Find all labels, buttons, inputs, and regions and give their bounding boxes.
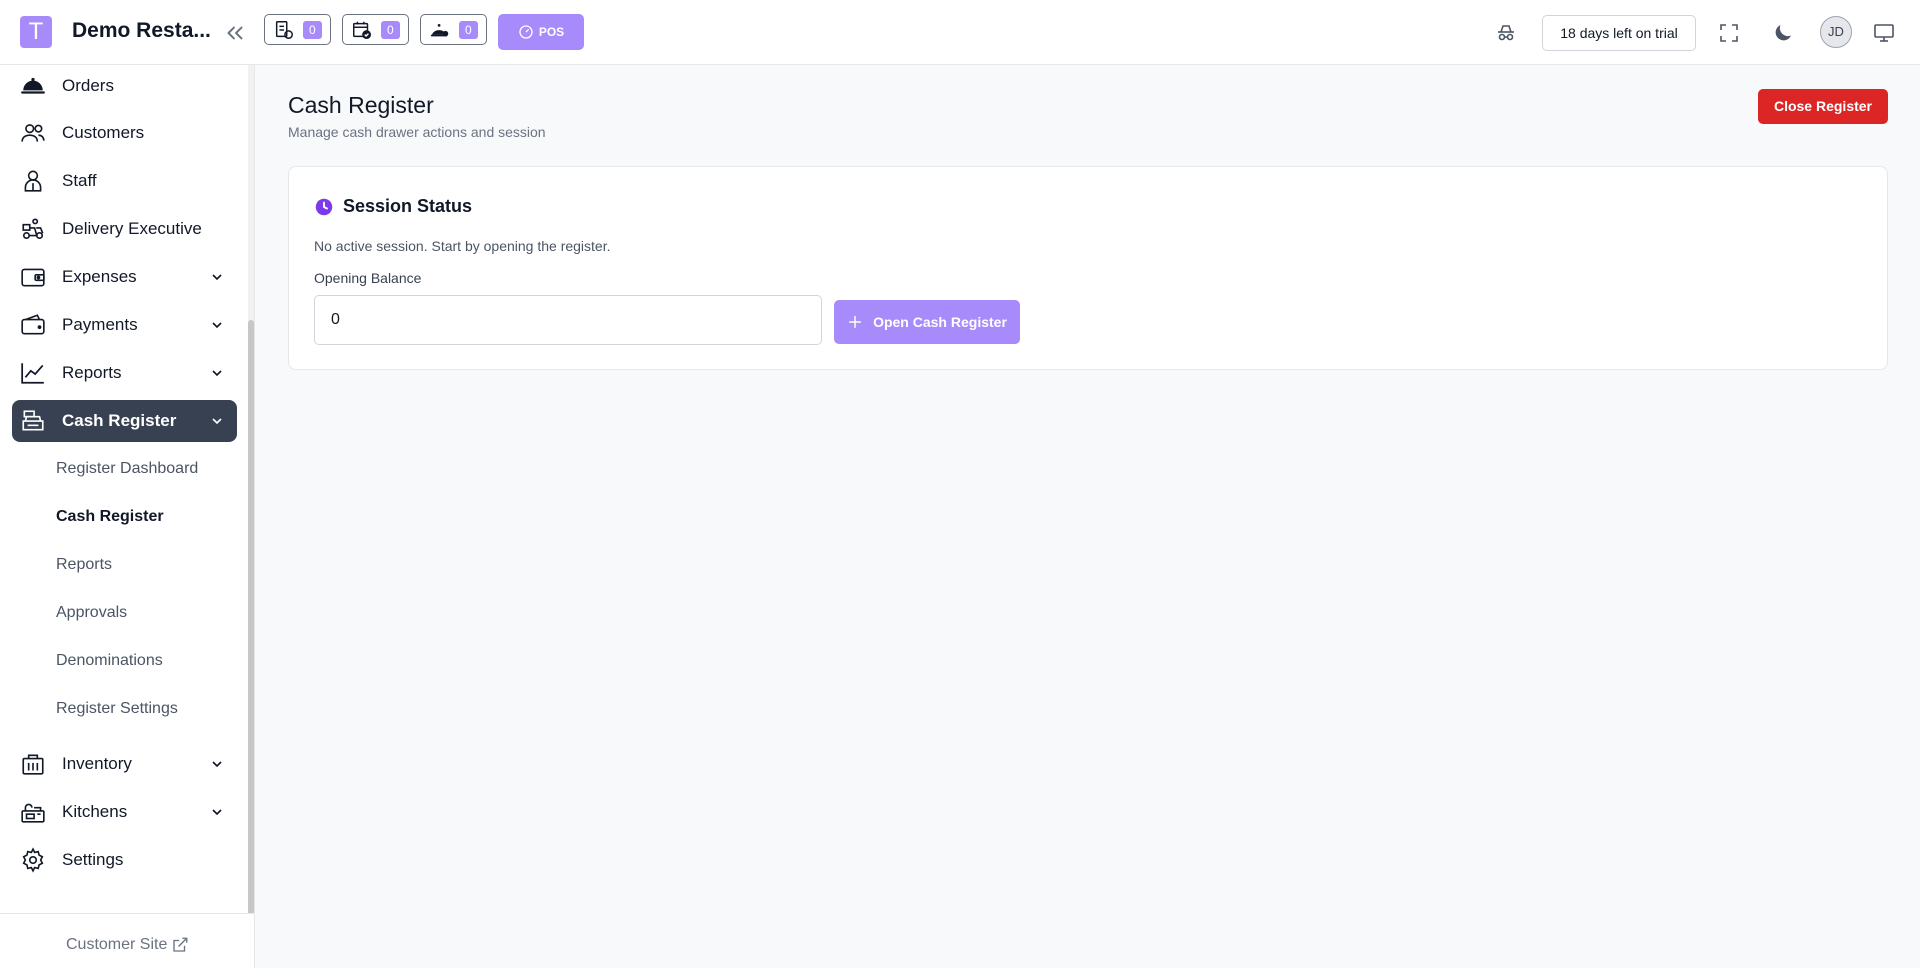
chevron-down-icon (212, 809, 222, 816)
sidebar-item-cash-register[interactable]: Cash Register (12, 400, 237, 442)
collapse-sidebar-icon[interactable] (222, 20, 248, 46)
sidebar-item-label: Cash Register (62, 411, 177, 430)
sidebar: Orders Customers Staff Delivery Executiv… (0, 65, 255, 968)
sidebar-item-inventory[interactable]: Inventory (12, 743, 237, 785)
monitor-icon[interactable] (1872, 21, 1896, 45)
app-logo[interactable]: T (20, 16, 52, 48)
cloche-icon (21, 77, 45, 94)
sidebar-item-label: Inventory (62, 754, 132, 773)
cash-register-icon (22, 410, 44, 431)
sidebar-item-label: Customers (62, 123, 145, 142)
opening-balance-label: Opening Balance (314, 270, 422, 286)
orders-count: 0 (303, 20, 322, 39)
users-icon (21, 124, 45, 142)
sidebar-item-kitchens[interactable]: Kitchens (12, 791, 237, 833)
sidebar-item-label: Staff (62, 171, 97, 190)
order-bill-icon (275, 20, 293, 39)
sidebar-item-reports[interactable]: Reports (12, 352, 237, 394)
chevron-down-icon (212, 322, 222, 329)
waiter-icon (430, 23, 449, 36)
sub-item-cash-register[interactable]: Cash Register (56, 508, 164, 526)
calendar-check-icon (353, 21, 371, 39)
sidebar-item-label: Kitchens (62, 802, 128, 821)
open-cash-register-label: Open Cash Register (873, 314, 1007, 330)
sidebar-item-label: Orders (62, 76, 114, 95)
session-status-card: Session Status No active session. Start … (288, 166, 1888, 370)
gear-icon (22, 847, 44, 873)
plus-icon (849, 315, 862, 329)
waiter-requests-count: 0 (459, 20, 478, 39)
sidebar-item-label: Payments (62, 315, 138, 334)
reservations-count: 0 (381, 20, 400, 39)
payments-icon (21, 314, 45, 335)
chevron-down-icon (212, 370, 222, 377)
page-subtitle: Manage cash drawer actions and session (288, 124, 546, 140)
sidebar-item-payments[interactable]: Payments (12, 304, 237, 346)
trial-days-button[interactable]: 18 days left on trial (1542, 15, 1696, 51)
sub-item-register-settings[interactable]: Register Settings (56, 700, 178, 718)
sidebar-item-label: Settings (62, 850, 124, 869)
wallet-icon (21, 268, 45, 287)
sidebar-item-delivery-executive[interactable]: Delivery Executive (12, 208, 237, 250)
page-title: Cash Register (288, 92, 434, 118)
chart-line-icon (21, 363, 44, 384)
sidebar-item-label: Delivery Executive (62, 219, 202, 238)
fullscreen-icon[interactable] (1717, 21, 1741, 45)
sidebar-item-label: Expenses (62, 267, 137, 286)
top-header: T Demo Resta... 0 0 0 POS 18 days left o… (0, 0, 1920, 65)
customer-site-link[interactable]: Customer Site (66, 936, 189, 954)
sub-item-denominations[interactable]: Denominations (56, 652, 163, 670)
external-link-icon (173, 937, 188, 952)
sidebar-item-staff[interactable]: Staff (12, 160, 237, 202)
session-message: No active session. Start by opening the … (314, 238, 611, 254)
chevron-down-icon (212, 274, 222, 281)
sidebar-item-label: Reports (62, 363, 122, 382)
sub-item-approvals[interactable]: Approvals (56, 604, 127, 622)
staff-icon (24, 170, 42, 192)
customer-site-label: Customer Site (66, 936, 168, 953)
dark-mode-moon-icon[interactable] (1771, 21, 1795, 45)
sidebar-item-settings[interactable]: Settings (12, 839, 237, 881)
opening-balance-input[interactable] (314, 295, 822, 345)
sidebar-item-customers[interactable]: Customers (12, 112, 237, 154)
close-register-button[interactable]: Close Register (1758, 89, 1888, 124)
sub-item-register-dashboard[interactable]: Register Dashboard (56, 460, 198, 478)
pos-button[interactable]: POS (498, 14, 584, 50)
clock-icon (315, 198, 333, 215)
sidebar-footer: Customer Site (0, 913, 254, 968)
chevron-down-icon (212, 418, 222, 425)
card-title-text: Session Status (343, 196, 473, 216)
restaurant-name: Demo Resta... (72, 19, 211, 42)
reservations-badge[interactable]: 0 (342, 14, 409, 45)
sidebar-item-expenses[interactable]: Expenses (12, 256, 237, 298)
pos-gauge-icon (519, 25, 533, 39)
waiter-requests-badge[interactable]: 0 (420, 14, 487, 45)
open-cash-register-button[interactable]: Open Cash Register (834, 300, 1020, 344)
incognito-icon[interactable] (1494, 21, 1518, 45)
delivery-scooter-icon (22, 218, 44, 240)
chevron-down-icon (212, 761, 222, 768)
orders-badge[interactable]: 0 (264, 14, 331, 45)
inventory-icon (22, 754, 44, 775)
kitchen-icon (21, 803, 45, 823)
sidebar-scrollbar-thumb[interactable] (248, 320, 254, 968)
user-avatar[interactable]: JD (1820, 16, 1852, 48)
pos-label: POS (538, 25, 565, 39)
card-title: Session Status (315, 196, 472, 217)
sidebar-item-orders[interactable]: Orders (12, 65, 237, 107)
sub-item-reports[interactable]: Reports (56, 556, 112, 574)
